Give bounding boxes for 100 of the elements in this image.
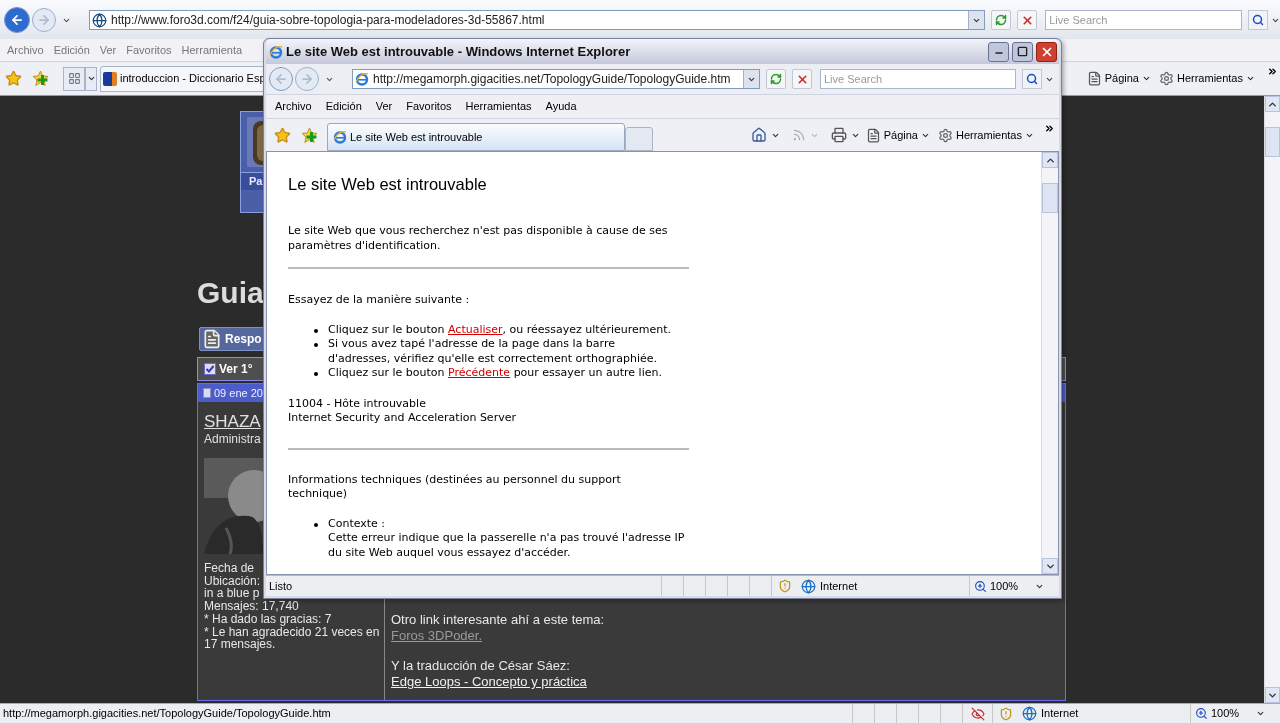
bullet-icon: [314, 343, 318, 347]
stop-button[interactable]: [1017, 10, 1038, 30]
author-detail: Ubicación:: [204, 574, 261, 588]
scroll-thumb[interactable]: [1042, 183, 1058, 213]
caret-icon: [86, 74, 96, 83]
bullet-icon: [314, 522, 318, 527]
menu-item[interactable]: Archivo: [271, 98, 316, 115]
scroll-down-button[interactable]: [1042, 558, 1058, 574]
scroll-thumb[interactable]: [1265, 127, 1280, 157]
page-link[interactable]: Actualiser: [448, 322, 503, 336]
add-favorite-icon[interactable]: [301, 126, 318, 144]
scroll-up-button[interactable]: [1265, 96, 1280, 112]
document-icon: [202, 329, 222, 349]
tools-menu-button[interactable]: Herramientas: [1158, 70, 1255, 87]
refresh-icon: [770, 73, 782, 85]
gear-icon: [1158, 71, 1174, 86]
menu-item[interactable]: Ver: [371, 98, 397, 115]
tab-list-button[interactable]: [63, 66, 85, 91]
page-link[interactable]: Précédente: [448, 366, 511, 379]
search-field[interactable]: Live Search: [820, 69, 1016, 89]
post-date: 09 ene 20: [214, 385, 263, 401]
zone-label: Internet: [820, 578, 858, 594]
home-button[interactable]: [750, 127, 767, 143]
search-field[interactable]: Live Search: [1045, 10, 1243, 30]
ie-logo-icon: [269, 44, 283, 59]
intro-text: Le site Web que vous recherchez n'est pas disponible à cause de ses paramètres d'identification.: [288, 224, 669, 253]
zoom-button[interactable]: 100%: [969, 576, 1047, 596]
scrollbar[interactable]: [1264, 96, 1280, 703]
page-heading: Le site Web est introuvable: [288, 174, 488, 194]
caret-icon: [1256, 709, 1266, 718]
zoom-icon: [974, 579, 987, 593]
author-name[interactable]: SHAZA: [204, 411, 261, 432]
address-field[interactable]: http://megamorph.gigacities.net/TopologyGuide/TopologyGuide.htm: [352, 69, 760, 89]
gear-icon: [937, 127, 953, 143]
favorites-star-icon[interactable]: [274, 126, 291, 144]
ie-logo-icon: [355, 72, 369, 86]
back-button[interactable]: [4, 7, 30, 33]
context-label: Contexte :: [328, 516, 387, 531]
protected-mode-icon: [998, 706, 1013, 721]
author-detail: * Ha dado las gracias: 7: [204, 612, 332, 626]
post-link[interactable]: Edge Loops - Concepto y práctica: [391, 674, 587, 690]
page-menu-button[interactable]: Página: [865, 126, 930, 144]
page-menu-button[interactable]: Página: [1086, 70, 1151, 87]
bullet-icon: [314, 328, 318, 333]
more-tools-icon[interactable]: [1267, 66, 1278, 77]
suggestion-text: Si vous avez tapé l'adresse de la page dans la barre d'adresses, vérifiez qu'elle est correctement orthographiée.: [328, 337, 659, 366]
search-button[interactable]: [1022, 69, 1042, 89]
menu-item[interactable]: Favoritos: [122, 41, 176, 59]
thread-title: Guia: [197, 276, 264, 310]
post-icon: [203, 388, 211, 398]
scroll-down-button[interactable]: [1265, 687, 1280, 703]
favorites-star-icon[interactable]: [5, 70, 22, 87]
menu-item[interactable]: Herramientas: [461, 98, 536, 115]
menu-item[interactable]: Edición: [49, 41, 94, 59]
search-icon: [1252, 14, 1264, 26]
scroll-up-button[interactable]: [1042, 152, 1058, 168]
server-name: Internet Security and Acceleration Server: [288, 411, 517, 426]
print-button[interactable]: [830, 127, 847, 143]
menu-item[interactable]: Edición: [321, 98, 366, 115]
section-title: Essayez de la manière suivante :: [288, 293, 471, 308]
suggestion-text: Cliquez sur le bouton Actualiser, ou réessayez ultérieurement.: [328, 322, 672, 337]
refresh-icon: [995, 14, 1008, 26]
tools-menu-button[interactable]: Herramientas: [937, 126, 1034, 144]
section-title: Informations techniques (destinées au personnel du support technique): [288, 472, 622, 502]
author-detail: in a blue p: [204, 587, 260, 601]
bullet-icon: [314, 372, 318, 376]
site-logo-icon: [103, 71, 117, 86]
stop-button[interactable]: [792, 69, 812, 89]
author-detail: Mensajes: 17,740: [204, 600, 299, 613]
stop-icon: [1020, 13, 1034, 27]
close-button[interactable]: [1036, 41, 1057, 62]
minimize-button[interactable]: [988, 41, 1009, 62]
browser-tab[interactable]: Le site Web est introuvable: [327, 123, 625, 151]
menu-item[interactable]: Herramienta: [177, 41, 247, 59]
maximize-button[interactable]: [1012, 41, 1033, 62]
author-detail: Fecha de: [204, 562, 255, 575]
ie-logo-icon: [333, 130, 347, 144]
address-field[interactable]: http://www.foro3d.com/f24/guia-sobre-topologia-para-modeladores-3d-55867.html: [88, 10, 986, 30]
context-text: Cette erreur indique que la passerelle n'a pas trouvé l'adresse IP du site Web auquel vous essayez d'accéder.: [328, 531, 686, 560]
caret-icon: [1246, 74, 1255, 83]
add-favorite-icon[interactable]: [32, 70, 49, 87]
error-code: 11004 - Hôte introuvable: [288, 396, 427, 411]
menu-item[interactable]: Archivo: [3, 41, 48, 59]
status-text: Listo: [268, 578, 294, 594]
grid-icon: [67, 72, 81, 85]
protected-mode-icon: [777, 579, 792, 593]
view-first-label[interactable]: Ver 1°: [219, 360, 253, 378]
page-icon: [865, 127, 881, 143]
scrollbar[interactable]: [1041, 152, 1058, 574]
stop-icon: [795, 72, 809, 86]
menu-item[interactable]: Ver: [95, 41, 121, 59]
zoom-button[interactable]: 100%: [1190, 704, 1268, 723]
search-icon: [1026, 73, 1038, 85]
post-link[interactable]: Foros 3DPoder.: [391, 628, 483, 644]
refresh-button[interactable]: [766, 69, 786, 89]
privacy-icon: [970, 706, 985, 721]
refresh-button[interactable]: [991, 10, 1012, 30]
search-button[interactable]: [1248, 10, 1268, 30]
menu-item[interactable]: Favoritos: [402, 98, 456, 115]
menu-item[interactable]: Ayuda: [541, 98, 581, 115]
